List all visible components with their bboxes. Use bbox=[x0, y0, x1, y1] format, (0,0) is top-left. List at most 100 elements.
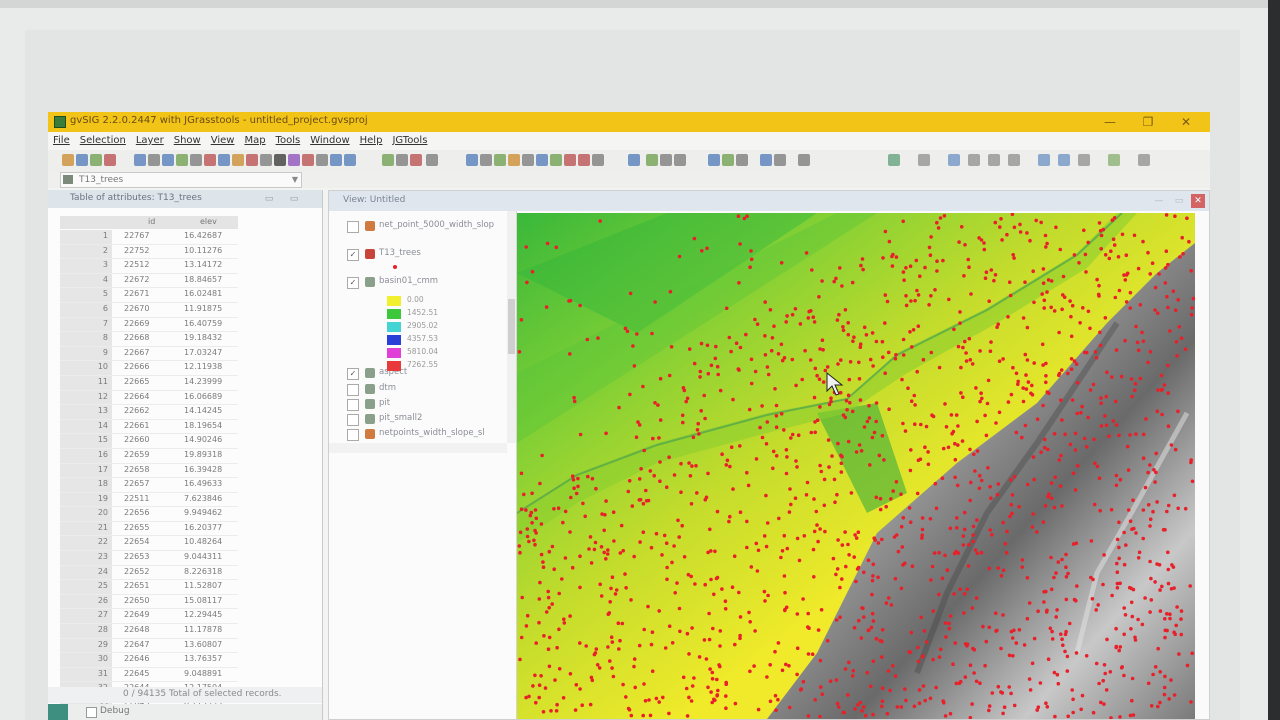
column-header-id[interactable]: id bbox=[148, 217, 155, 226]
search-icon[interactable] bbox=[1058, 154, 1070, 166]
layer-visibility-checkbox[interactable]: ✓ bbox=[347, 368, 359, 380]
toc-vertical-scrollbar[interactable] bbox=[507, 211, 516, 443]
grid-icon[interactable] bbox=[722, 154, 734, 166]
delete-icon[interactable] bbox=[204, 154, 216, 166]
menu-tools[interactable]: Tools bbox=[271, 132, 306, 150]
export-icon[interactable] bbox=[1108, 154, 1120, 166]
copy-icon[interactable] bbox=[480, 154, 492, 166]
table-row[interactable]: 2 22752 10.11276 bbox=[60, 244, 238, 260]
new-icon[interactable] bbox=[62, 154, 74, 166]
select-circle-icon[interactable] bbox=[344, 154, 356, 166]
table-row[interactable]: 31 22645 9.048891 bbox=[60, 667, 238, 683]
select-line-icon[interactable] bbox=[382, 154, 394, 166]
table-row[interactable]: 20 22656 9.949462 bbox=[60, 507, 238, 522]
layer-visibility-checkbox[interactable]: ✓ bbox=[347, 277, 359, 289]
globe-icon[interactable] bbox=[550, 154, 562, 166]
record-icon[interactable] bbox=[564, 154, 576, 166]
target-icon[interactable] bbox=[274, 154, 286, 166]
list-icon[interactable] bbox=[798, 154, 810, 166]
globe-icon[interactable] bbox=[948, 154, 960, 166]
refresh-icon[interactable] bbox=[190, 154, 202, 166]
zoom-in-icon[interactable] bbox=[134, 154, 146, 166]
pan-icon[interactable] bbox=[176, 154, 188, 166]
add-layer-icon[interactable] bbox=[104, 154, 116, 166]
export-icon[interactable] bbox=[232, 154, 244, 166]
close-icon[interactable] bbox=[1138, 154, 1150, 166]
table-row[interactable]: 9 22667 17.03247 bbox=[60, 346, 238, 362]
menu-window[interactable]: Window bbox=[305, 132, 354, 150]
table-row[interactable]: 21 22655 16.20377 bbox=[60, 521, 238, 537]
menu-help[interactable]: Help bbox=[355, 132, 388, 150]
table-row[interactable]: 24 22652 8.226318 bbox=[60, 565, 238, 581]
measure-icon[interactable] bbox=[288, 154, 300, 166]
layer-visibility-checkbox[interactable] bbox=[347, 429, 359, 441]
menu-show[interactable]: Show bbox=[169, 132, 206, 150]
info-icon[interactable] bbox=[260, 154, 272, 166]
menu-view[interactable]: View bbox=[206, 132, 240, 150]
select-rect-icon[interactable] bbox=[316, 154, 328, 166]
zoom-full-icon[interactable] bbox=[162, 154, 174, 166]
table-row[interactable]: 22 22654 10.48264 bbox=[60, 536, 238, 552]
table-row[interactable]: 4 22672 18.84657 bbox=[60, 273, 238, 289]
snap-icon[interactable] bbox=[508, 154, 520, 166]
grid-icon[interactable] bbox=[968, 154, 980, 166]
open-icon[interactable] bbox=[76, 154, 88, 166]
edit-icon[interactable] bbox=[494, 154, 506, 166]
table-icon[interactable] bbox=[628, 154, 640, 166]
table-row[interactable]: 1 22767 16.42687 bbox=[60, 230, 238, 245]
table-row[interactable]: 15 22660 14.90246 bbox=[60, 434, 238, 449]
minimize-button[interactable]: — bbox=[1100, 113, 1120, 131]
table-row[interactable]: 18 22657 16.49633 bbox=[60, 478, 238, 493]
menu-map[interactable]: Map bbox=[239, 132, 270, 150]
menu-jgtools[interactable]: JGTools bbox=[387, 132, 432, 150]
layer-visibility-checkbox[interactable]: ✓ bbox=[347, 249, 359, 261]
remove-icon[interactable] bbox=[246, 154, 258, 166]
minimize-icon[interactable]: — bbox=[1153, 195, 1165, 207]
select-icon[interactable] bbox=[302, 154, 314, 166]
table-row[interactable]: 14 22661 18.19654 bbox=[60, 419, 238, 435]
table-row[interactable]: 8 22668 19.18432 bbox=[60, 332, 238, 347]
zoom-out-icon[interactable] bbox=[148, 154, 160, 166]
chevron-down-icon[interactable]: ▼ bbox=[292, 173, 298, 187]
maximize-button[interactable]: ❐ bbox=[1138, 113, 1158, 131]
tool-icon[interactable] bbox=[918, 154, 930, 166]
layout-icon[interactable] bbox=[988, 154, 1000, 166]
stop-icon[interactable] bbox=[578, 154, 590, 166]
tool-icon[interactable] bbox=[592, 154, 604, 166]
minimize-icon[interactable]: ▭ bbox=[263, 193, 275, 205]
table-row[interactable]: 16 22659 19.89318 bbox=[60, 448, 238, 464]
table-row[interactable]: 27 22649 12.29445 bbox=[60, 609, 238, 625]
table-icon[interactable] bbox=[1038, 154, 1050, 166]
table-row[interactable]: 6 22670 11.91875 bbox=[60, 302, 238, 318]
help-icon[interactable] bbox=[760, 154, 772, 166]
table-row[interactable]: 11 22665 14.23999 bbox=[60, 375, 238, 391]
table-row[interactable]: 10 22666 12.11938 bbox=[60, 361, 238, 376]
table-row[interactable]: 19 22511 7.623846 bbox=[60, 492, 238, 508]
layer-visibility-checkbox[interactable] bbox=[347, 414, 359, 426]
menu-file[interactable]: File bbox=[48, 132, 75, 150]
layer-visibility-checkbox[interactable] bbox=[347, 221, 359, 233]
scale-icon[interactable] bbox=[522, 154, 534, 166]
select-poly-icon[interactable] bbox=[330, 154, 342, 166]
print-icon[interactable] bbox=[218, 154, 230, 166]
save-icon[interactable] bbox=[90, 154, 102, 166]
table-row[interactable]: 12 22664 16.06689 bbox=[60, 390, 238, 406]
layer-visibility-checkbox[interactable] bbox=[347, 399, 359, 411]
layer-icon[interactable] bbox=[660, 154, 672, 166]
move-icon[interactable] bbox=[466, 154, 478, 166]
table-row[interactable]: 26 22650 15.08117 bbox=[60, 594, 238, 610]
table-row[interactable]: 28 22648 11.17878 bbox=[60, 624, 238, 639]
maximize-icon[interactable]: ▭ bbox=[1173, 195, 1185, 207]
toc-horizontal-scrollbar[interactable] bbox=[329, 443, 507, 453]
table-row[interactable]: 3 22512 13.14172 bbox=[60, 259, 238, 274]
scroll-thumb[interactable] bbox=[508, 299, 515, 354]
close-button[interactable]: ✕ bbox=[1176, 113, 1196, 131]
run-icon[interactable] bbox=[774, 154, 786, 166]
search-icon[interactable] bbox=[674, 154, 686, 166]
table-row[interactable]: 13 22662 14.14245 bbox=[60, 405, 238, 420]
table-row[interactable]: 29 22647 13.60807 bbox=[60, 638, 238, 654]
table-row[interactable]: 30 22646 13.76357 bbox=[60, 653, 238, 668]
table-row[interactable]: 17 22658 16.39428 bbox=[60, 463, 238, 479]
frame-icon[interactable] bbox=[1078, 154, 1090, 166]
layer-visibility-checkbox[interactable] bbox=[347, 384, 359, 396]
